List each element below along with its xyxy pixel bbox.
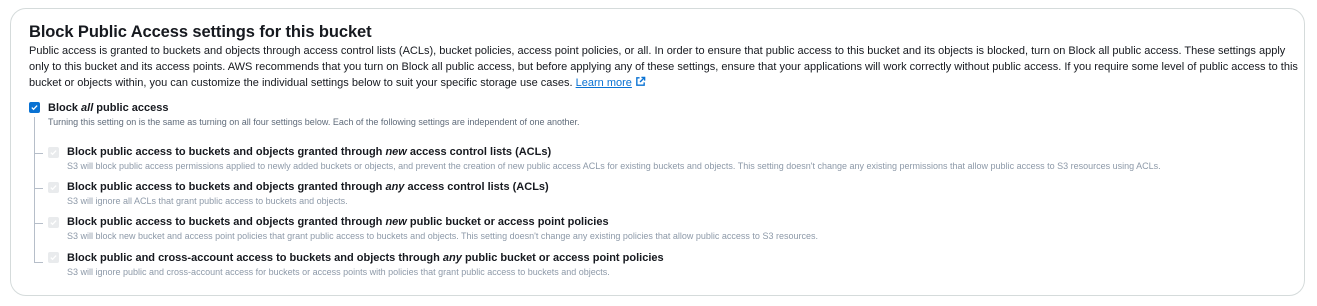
label-pre: Block public access to buckets and objec… — [67, 216, 386, 228]
setting-any-acls-checkbox[interactable] — [48, 182, 59, 193]
setting-any-policies-label[interactable]: Block public and cross-account access to… — [67, 252, 664, 264]
setting-new-acls-label[interactable]: Block public access to buckets and objec… — [67, 146, 551, 158]
block-all-description: Turning this setting on is the same as t… — [48, 117, 580, 127]
section-title: Block Public Access settings for this bu… — [29, 23, 372, 41]
setting-any-policies-checkbox[interactable] — [48, 252, 59, 263]
setting-new-acls-checkbox[interactable] — [48, 147, 59, 158]
label-pre: Block public access to buckets and objec… — [67, 146, 386, 158]
setting-any-acls-label[interactable]: Block public access to buckets and objec… — [67, 181, 549, 193]
checkmark-icon — [50, 185, 57, 191]
checkmark-icon — [50, 255, 57, 261]
block-all-label-pre: Block — [48, 102, 82, 114]
setting-any-acls-description: S3 will ignore all ACLs that grant publi… — [67, 196, 348, 206]
label-post: public bucket or access point policies — [461, 252, 664, 264]
setting-any-policies-description: S3 will ignore public and cross-account … — [67, 267, 610, 277]
label-post: access control lists (ACLs) — [404, 181, 549, 193]
tree-branch-2 — [34, 188, 43, 189]
tree-branch-1 — [34, 153, 43, 154]
label-pre: Block public access to buckets and objec… — [67, 181, 386, 193]
setting-new-acls-description: S3 will block public access permissions … — [67, 161, 1161, 171]
block-all-label-em: all — [81, 102, 94, 114]
setting-new-policies-label[interactable]: Block public access to buckets and objec… — [67, 216, 609, 228]
section-description: Public access is granted to buckets and … — [29, 43, 1299, 91]
checkmark-icon — [50, 220, 57, 226]
label-em: new — [385, 146, 407, 158]
checkmark-icon — [50, 150, 57, 156]
setting-new-policies-description: S3 will block new bucket and access poin… — [67, 231, 818, 241]
label-em: any — [442, 252, 462, 264]
checkmark-icon — [31, 105, 38, 111]
label-pre: Block public and cross-account access to… — [67, 252, 443, 264]
description-text: Public access is granted to buckets and … — [29, 45, 1298, 89]
tree-branch-3 — [34, 223, 43, 224]
label-em: any — [385, 181, 405, 193]
learn-more-label: Learn more — [575, 77, 632, 89]
setting-new-policies-checkbox[interactable] — [48, 217, 59, 228]
label-post: access control lists (ACLs) — [406, 146, 552, 158]
block-all-label[interactable]: Block all public access — [48, 102, 168, 114]
block-public-access-panel: Block Public Access settings for this bu… — [10, 8, 1305, 296]
learn-more-link[interactable]: Learn more — [575, 76, 646, 89]
block-all-checkbox[interactable] — [29, 102, 40, 113]
tree-vertical-line — [34, 117, 35, 263]
label-post: public bucket or access point policies — [406, 216, 609, 228]
label-em: new — [385, 216, 407, 228]
tree-branch-4 — [34, 262, 43, 263]
external-link-icon — [636, 76, 646, 86]
block-all-label-post: public access — [93, 102, 169, 114]
